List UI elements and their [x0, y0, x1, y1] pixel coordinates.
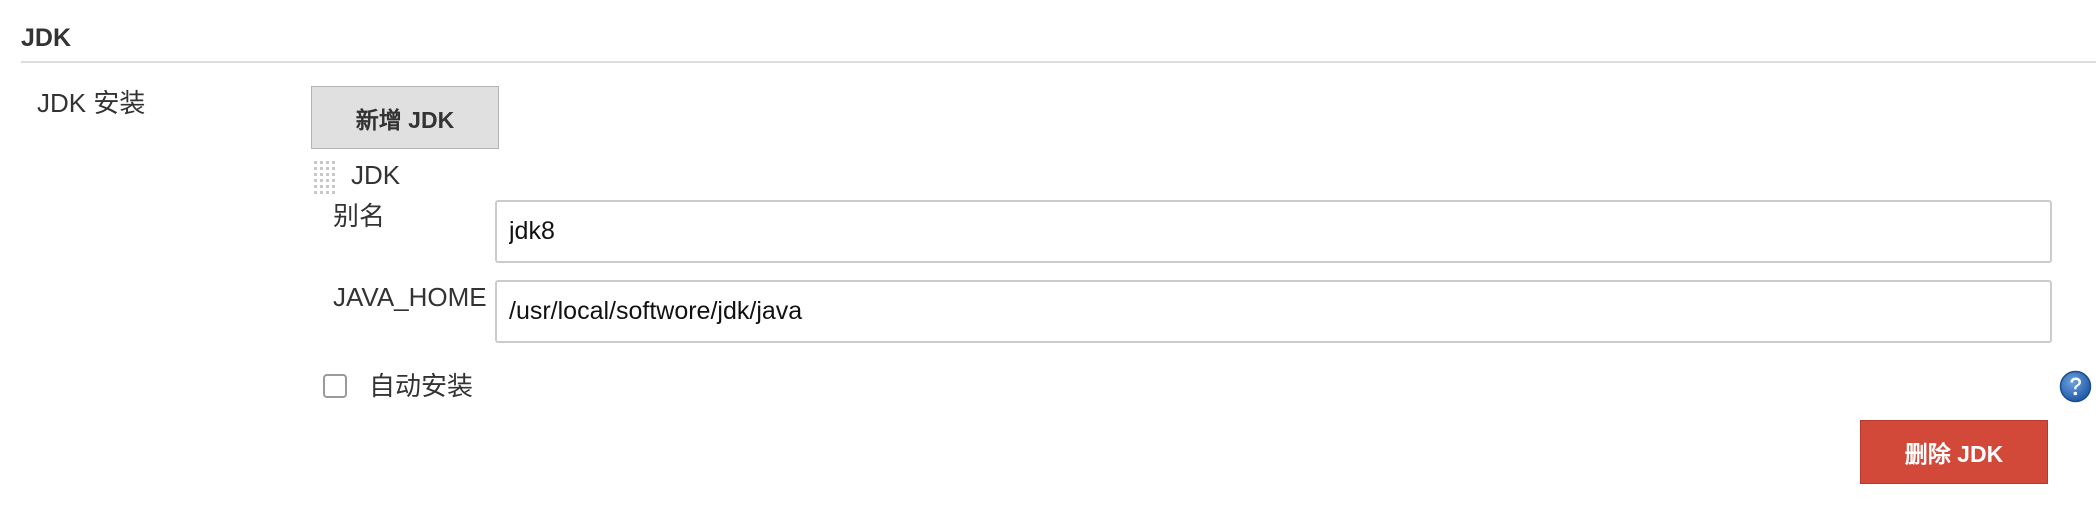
java-home-input[interactable] — [495, 280, 2052, 343]
jdk-item-title: JDK — [351, 160, 401, 190]
section-title: JDK — [21, 24, 72, 52]
java-home-label: JAVA_HOME — [333, 282, 487, 312]
auto-install-label: 自动安装 — [369, 371, 474, 401]
auto-install-checkbox[interactable] — [323, 374, 347, 398]
jdk-config-page: JDK JDK 安装 新增 JDK JDK 别名 JAVA_HOME 自动安装 — [0, 0, 2096, 506]
alias-label: 别名 — [333, 201, 386, 231]
add-jdk-button[interactable]: 新增 JDK — [311, 86, 499, 149]
jdk-installations-label: JDK 安装 — [37, 88, 146, 118]
drag-handle-icon[interactable] — [313, 160, 337, 194]
auto-install-row: 自动安装 — [323, 369, 473, 403]
section-divider — [21, 61, 2096, 63]
alias-input[interactable] — [495, 200, 2052, 263]
delete-jdk-button[interactable]: 删除 JDK — [1860, 420, 2048, 484]
help-icon[interactable] — [2059, 370, 2092, 403]
